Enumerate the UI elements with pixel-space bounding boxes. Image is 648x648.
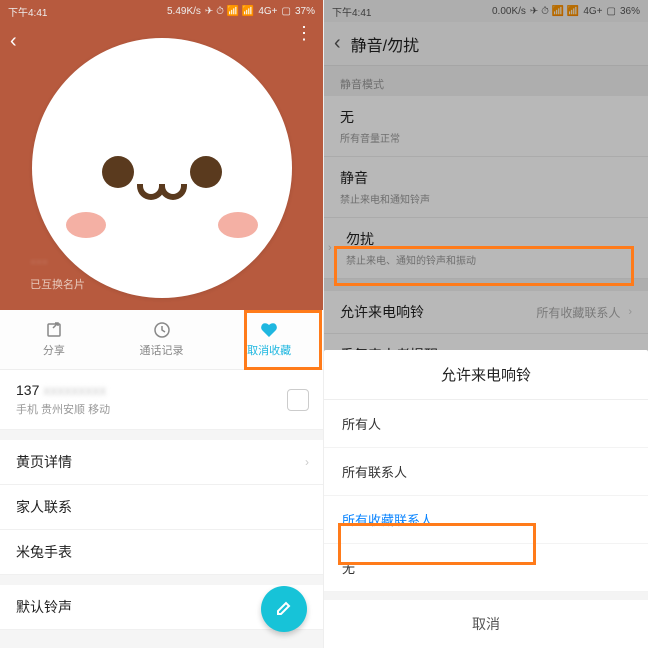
phone-contact: 下午4:41 5.49K/s ✈ ⏱ 📶 📶 4G+ ▢ 37% ‹ ⋮ ···… [0, 0, 324, 648]
row-label: 家人联系 [16, 499, 72, 515]
tab-share[interactable]: 分享 [0, 310, 108, 369]
status-speed: 5.49K/s [167, 6, 201, 17]
avatar-mouth [137, 184, 187, 200]
row-label: 米兔手表 [16, 544, 72, 560]
option-everyone[interactable]: 所有人 [324, 400, 648, 448]
share-icon [45, 321, 63, 339]
cancel-button[interactable]: 取消 [324, 592, 648, 648]
option-none[interactable]: 无 [324, 544, 648, 592]
status-signal: 4G+ [258, 6, 277, 17]
status-time: 下午4:41 [8, 4, 167, 19]
row-label: 默认铃声 [16, 599, 72, 615]
status-bar: 下午4:41 5.49K/s ✈ ⏱ 📶 📶 4G+ ▢ 37% [0, 0, 323, 22]
option-sheet: 允许来电响铃 所有人 所有联系人 所有收藏联系人 无 取消 [324, 350, 648, 648]
more-icon[interactable]: ⋮ [295, 30, 313, 37]
namecard: ··· 已互换名片 [30, 251, 85, 292]
edit-icon [275, 600, 293, 618]
contact-header: 下午4:41 5.49K/s ✈ ⏱ 📶 📶 4G+ ▢ 37% ‹ ⋮ ···… [0, 0, 323, 310]
section-gap [0, 430, 323, 440]
tab-label: 通话记录 [140, 342, 184, 358]
contact-name-blurred: ··· [30, 251, 85, 272]
action-tabs: 分享 通话记录 取消收藏 [0, 310, 323, 370]
avatar-eye [190, 156, 222, 188]
tab-label: 分享 [43, 342, 65, 358]
avatar-blush [218, 212, 258, 238]
row-yellowpage[interactable]: 黄页详情 › [0, 440, 323, 485]
row-phone-number[interactable]: 137 xxxxxxxxx 手机 贵州安顺 移动 [0, 370, 323, 430]
status-right: 5.49K/s ✈ ⏱ 📶 📶 4G+ ▢ 37% [167, 6, 315, 17]
edit-fab[interactable] [261, 586, 307, 632]
status-battery: 37% [295, 6, 315, 17]
row-mitu[interactable]: 米兔手表 [0, 530, 323, 575]
message-icon[interactable] [287, 389, 309, 411]
row-family[interactable]: 家人联系 [0, 485, 323, 530]
tab-history[interactable]: 通话记录 [108, 310, 216, 369]
option-fav-contacts[interactable]: 所有收藏联系人 [324, 496, 648, 544]
tab-unfavorite[interactable]: 取消收藏 [215, 310, 323, 369]
tab-label: 取消收藏 [247, 342, 291, 358]
section-gap [0, 575, 323, 585]
phone-sub: 手机 贵州安顺 移动 [16, 401, 307, 417]
back-icon[interactable]: ‹ [10, 30, 17, 53]
option-all-contacts[interactable]: 所有联系人 [324, 448, 648, 496]
avatar-eye [102, 156, 134, 188]
avatar-blush [66, 212, 106, 238]
chevron-right-icon: › [305, 455, 309, 469]
namecard-label: 已互换名片 [30, 279, 85, 291]
phone-settings: 下午4:41 0.00K/s ✈ ⏱ 📶 📶 4G+ ▢ 36% ‹ 静音/勿扰… [324, 0, 648, 648]
clock-icon [153, 321, 171, 339]
sheet-title: 允许来电响铃 [324, 350, 648, 400]
heart-icon [260, 321, 278, 339]
phone-number: 137 xxxxxxxxx [16, 382, 307, 398]
row-label: 黄页详情 [16, 454, 72, 470]
